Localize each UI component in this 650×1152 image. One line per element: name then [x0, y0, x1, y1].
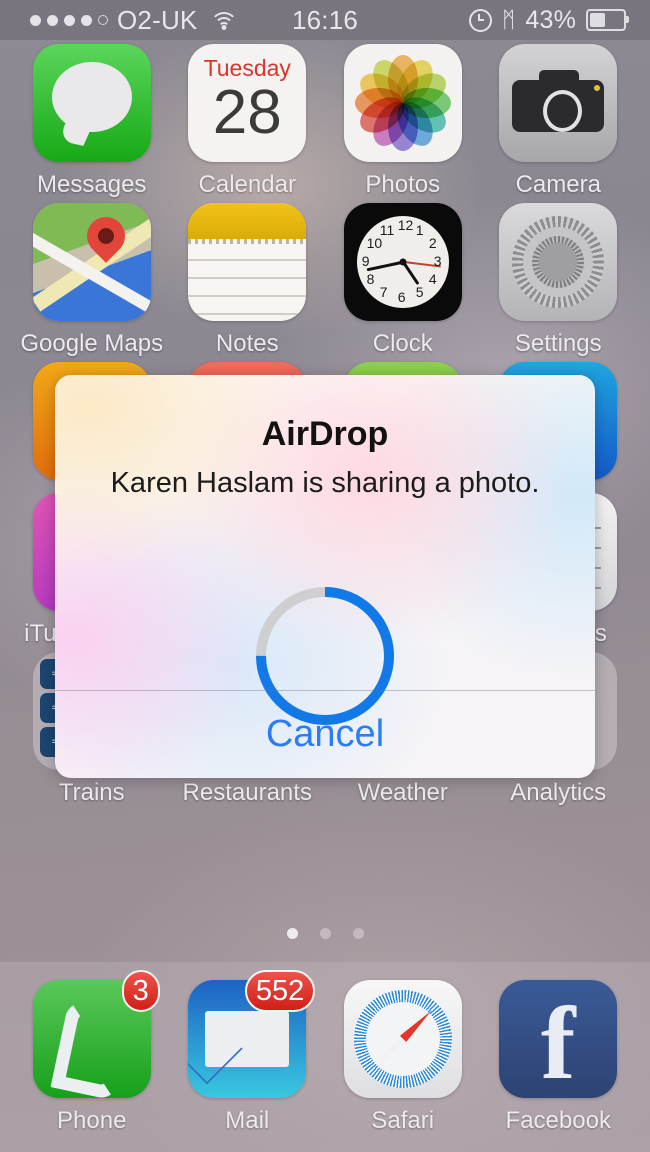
battery-icon — [586, 9, 629, 31]
status-bar-clock: 16:16 — [291, 4, 359, 35]
dock: 3 Phone 552 Mail Safari Facebook — [0, 962, 650, 1152]
app-row: Google Maps Notes 1 2 3 4 5 6 7 8 9 10 11 12 Clock — [0, 203, 650, 358]
photos-icon[interactable] — [343, 44, 462, 162]
folder-label: Analytics — [510, 779, 607, 806]
folder-label: Trains — [58, 779, 125, 806]
clock-numeral: 6 — [397, 289, 406, 305]
notification-badge: 552 — [244, 970, 316, 1012]
dock-app-facebook[interactable]: Facebook — [490, 980, 626, 1135]
dock-app-label: Safari — [371, 1107, 435, 1134]
icon-wrapper: 552 — [188, 970, 316, 1098]
dock-app-label: Phone — [57, 1107, 127, 1134]
airdrop-dialog: AirDrop Karen Haslam is sharing a photo.… — [55, 375, 595, 778]
dock-app-label: Facebook — [505, 1107, 611, 1134]
dock-app-phone[interactable]: 3 Phone — [24, 970, 160, 1135]
page-dot[interactable] — [352, 928, 364, 939]
clock-numeral: 11 — [379, 221, 395, 238]
app-label: Photos — [365, 171, 441, 198]
clock-numeral: 12 — [397, 217, 414, 233]
settings-icon[interactable] — [499, 203, 618, 321]
dialog-message: Karen Haslam is sharing a photo. — [110, 467, 540, 499]
app-camera[interactable]: Camera — [490, 44, 626, 199]
iphone-home-screen: O2-UK 16:16 ᛗ 43% Messages Tuesday 28 Ca… — [0, 0, 650, 1152]
app-label: Google Maps — [20, 330, 164, 357]
folder-label: Weather — [357, 779, 448, 806]
clock-numeral: 4 — [428, 271, 437, 287]
notification-badge: 3 — [121, 970, 160, 1012]
app-clock[interactable]: 1 2 3 4 5 6 7 8 9 10 11 12 Clock — [335, 203, 471, 358]
notes-icon[interactable] — [188, 203, 307, 321]
clock-icon[interactable]: 1 2 3 4 5 6 7 8 9 10 11 12 — [343, 203, 462, 321]
app-messages[interactable]: Messages — [24, 44, 160, 199]
app-label: Settings — [514, 330, 602, 357]
facebook-icon[interactable] — [499, 980, 618, 1098]
camera-icon[interactable] — [499, 44, 618, 162]
clock-numeral: 1 — [415, 221, 424, 238]
dock-app-mail[interactable]: 552 Mail — [179, 970, 316, 1135]
calendar-date: 28 — [212, 78, 282, 147]
app-label: Calendar — [198, 171, 296, 198]
clock-numeral: 5 — [415, 284, 424, 301]
cancel-button[interactable]: Cancel — [55, 690, 595, 778]
page-dot[interactable] — [319, 928, 331, 939]
app-photos[interactable]: Photos — [335, 44, 471, 199]
dock-app-label: Mail — [225, 1107, 270, 1134]
clock-numeral: 8 — [366, 271, 375, 287]
app-row: Messages Tuesday 28 Calendar Photos Came… — [0, 44, 650, 199]
app-label: Clock — [372, 330, 433, 357]
folder-label: Restaurants — [182, 779, 312, 806]
page-dot-active[interactable] — [286, 928, 298, 939]
status-bar: O2-UK 16:16 ᛗ 43% — [0, 0, 650, 40]
app-label: Messages — [37, 171, 147, 198]
app-label: Notes — [215, 330, 279, 357]
app-settings[interactable]: Settings — [490, 203, 626, 358]
messages-icon[interactable] — [32, 44, 151, 162]
app-label: Camera — [515, 171, 601, 198]
envelope-shape — [205, 1011, 290, 1067]
dialog-title: AirDrop — [261, 415, 389, 453]
page-indicator[interactable] — [0, 928, 650, 939]
safari-icon[interactable] — [343, 980, 462, 1098]
app-calendar[interactable]: Tuesday 28 Calendar — [179, 44, 315, 199]
app-notes[interactable]: Notes — [179, 203, 315, 358]
icon-wrapper — [343, 980, 462, 1098]
alarm-clock-icon — [468, 8, 492, 32]
icon-wrapper: 3 — [32, 970, 160, 1098]
app-google-maps[interactable]: Google Maps — [20, 203, 163, 358]
icon-wrapper — [499, 980, 618, 1098]
dock-app-safari[interactable]: Safari — [335, 980, 471, 1135]
google-maps-icon[interactable] — [32, 203, 151, 321]
clock-numeral: 2 — [428, 235, 437, 251]
clock-numeral: 7 — [379, 284, 388, 301]
clock-numeral: 9 — [361, 253, 370, 269]
clock-numeral: 3 — [433, 253, 442, 269]
calendar-icon[interactable]: Tuesday 28 — [188, 44, 307, 162]
